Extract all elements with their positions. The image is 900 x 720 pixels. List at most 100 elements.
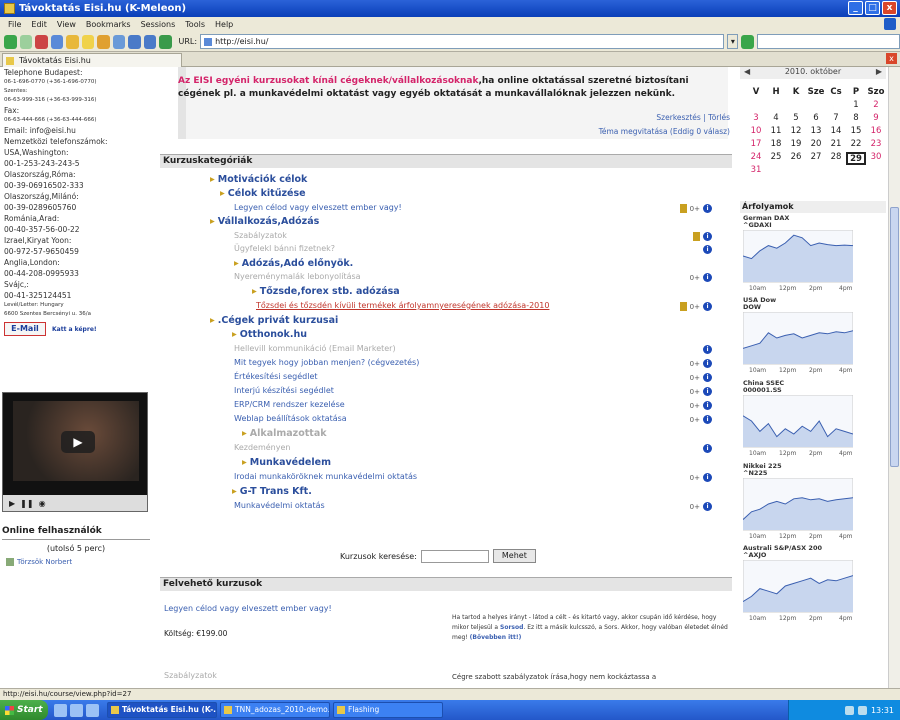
- calendar-day[interactable]: 14: [826, 126, 846, 139]
- menu-edit[interactable]: Edit: [31, 20, 47, 29]
- calendar-day[interactable]: 17: [746, 139, 766, 152]
- stock-widget[interactable]: Australi S&P/ASX 200 ^AXJO 10am 12pm 2pm 4pm: [743, 545, 885, 622]
- reload-icon[interactable]: [50, 34, 63, 49]
- video-player[interactable]: ▶ ▶ ❚❚ ◉: [2, 392, 148, 512]
- course-search-button[interactable]: Mehet: [492, 549, 536, 563]
- edit-delete-links[interactable]: Szerkesztés | Törlés: [656, 113, 730, 122]
- play-button-icon[interactable]: ▶: [9, 499, 15, 508]
- category-link[interactable]: Vállalkozás,Adózás: [210, 216, 320, 227]
- course-link[interactable]: Nyereménymalák lebonyolítása: [234, 272, 361, 281]
- course-link[interactable]: Szabályzatok: [234, 231, 287, 240]
- calendar-day[interactable]: 22: [846, 139, 866, 152]
- discuss-topic-link[interactable]: Téma megvitatása (Eddig 0 válasz): [599, 127, 730, 136]
- course-link[interactable]: Értékesítési segédlet: [234, 372, 318, 381]
- volume-icon[interactable]: ◉: [39, 499, 46, 508]
- summary-doc-icon[interactable]: [693, 232, 700, 241]
- course-link[interactable]: Irodai munkaköröknek munkavédelmi oktatá…: [234, 472, 417, 481]
- menu-bookmarks[interactable]: Bookmarks: [86, 20, 131, 29]
- course-link[interactable]: Hellevill kommunikáció (Email Marketer): [234, 344, 396, 353]
- info-icon[interactable]: i: [703, 415, 712, 424]
- task-document[interactable]: TNN_adozas_2010-demo...: [220, 702, 330, 718]
- calendar-day[interactable]: 30: [866, 152, 886, 165]
- calendar-day[interactable]: 25: [766, 152, 786, 165]
- menu-file[interactable]: File: [8, 20, 21, 29]
- scrollbar-thumb[interactable]: [890, 207, 899, 467]
- email-button[interactable]: E-Mail: [4, 322, 46, 336]
- menu-sessions[interactable]: Sessions: [141, 20, 176, 29]
- next-month-button[interactable]: ▶: [876, 67, 882, 76]
- quicklaunch-desktop-icon[interactable]: [54, 703, 67, 717]
- calendar-day[interactable]: 23: [866, 139, 886, 152]
- info-icon[interactable]: i: [703, 359, 712, 368]
- course-link[interactable]: Mit tegyek hogy jobban menjen? (cégvezet…: [234, 358, 419, 367]
- stock-widget[interactable]: China SSEC 000001.SS 10am 12pm 2pm 4pm: [743, 380, 885, 457]
- calendar-day[interactable]: 27: [806, 152, 826, 165]
- minimize-button[interactable]: _: [848, 1, 863, 15]
- course-link[interactable]: Interjú készítési segédlet: [234, 386, 334, 395]
- play-icon[interactable]: ▶: [61, 431, 95, 453]
- tray-network-icon[interactable]: [844, 705, 854, 715]
- maximize-button[interactable]: □: [865, 1, 880, 15]
- info-icon[interactable]: i: [703, 444, 712, 453]
- prev-month-button[interactable]: ◀: [744, 67, 750, 76]
- task-flashing[interactable]: Flashing: [333, 702, 443, 718]
- print-icon[interactable]: [112, 34, 125, 49]
- stop-icon[interactable]: [35, 34, 48, 49]
- stock-widget[interactable]: German DAX ^GDAXI 10am 12pm 2pm 4pm: [743, 215, 885, 292]
- calendar-day[interactable]: 9: [866, 113, 886, 126]
- task-browser[interactable]: Távoktatás Eisi.hu (K-...: [107, 702, 217, 718]
- vertical-scrollbar[interactable]: [888, 67, 900, 688]
- menu-help[interactable]: Help: [215, 20, 233, 29]
- click-image-hint[interactable]: Katt a képre!: [52, 326, 97, 333]
- calendar-day[interactable]: 6: [806, 113, 826, 126]
- calendar-day[interactable]: 31: [746, 165, 766, 178]
- category-link[interactable]: Alkalmazottak: [242, 428, 327, 439]
- pause-button-icon[interactable]: ❚❚: [20, 499, 33, 508]
- stock-widget[interactable]: USA Dow DOW 10am 12pm 2pm 4pm: [743, 297, 885, 374]
- category-link[interactable]: .Cégek privát kurzusai: [210, 315, 338, 326]
- category-link[interactable]: Motivációk célok: [210, 174, 308, 185]
- info-icon[interactable]: i: [703, 245, 712, 254]
- desc-more-link[interactable]: (Bővebben itt!): [470, 634, 522, 641]
- tab-eisi[interactable]: Távoktatás Eisi.hu: [2, 53, 182, 67]
- calendar-day[interactable]: 11: [766, 126, 786, 139]
- course-link[interactable]: Weblap beállítások oktatása: [234, 414, 347, 423]
- close-button[interactable]: x: [882, 1, 897, 15]
- category-link[interactable]: Célok kitűzése: [220, 188, 306, 199]
- info-icon[interactable]: i: [703, 204, 712, 213]
- info-icon[interactable]: i: [703, 473, 712, 482]
- calendar-day[interactable]: 8: [846, 113, 866, 126]
- category-link[interactable]: G-T Trans Kft.: [232, 486, 312, 497]
- back-icon[interactable]: [4, 34, 17, 49]
- calendar-day[interactable]: 1: [846, 100, 866, 113]
- menu-tools[interactable]: Tools: [185, 20, 205, 29]
- calendar-day[interactable]: 24: [746, 152, 766, 165]
- privacy-icon[interactable]: [159, 34, 172, 49]
- stock-widget[interactable]: Nikkei 225 ^N225 10am 12pm 2pm 4pm: [743, 463, 885, 540]
- history-icon[interactable]: [97, 34, 110, 49]
- calendar-day[interactable]: 19: [786, 139, 806, 152]
- bookmark-star-icon[interactable]: [81, 34, 94, 49]
- course-link[interactable]: ERP/CRM rendszer kezelése: [234, 400, 345, 409]
- calendar-day[interactable]: 26: [786, 152, 806, 165]
- calendar-day[interactable]: 29: [846, 152, 866, 165]
- summary-doc-icon[interactable]: [679, 302, 687, 311]
- calendar-day[interactable]: 2: [866, 100, 886, 113]
- online-user-link[interactable]: Törzsök Norbert: [6, 558, 72, 566]
- menu-view[interactable]: View: [57, 20, 76, 29]
- info-icon[interactable]: i: [703, 345, 712, 354]
- calendar-day[interactable]: 20: [806, 139, 826, 152]
- course-link[interactable]: Legyen célod vagy elveszett ember vagy!: [234, 203, 402, 212]
- calendar-day[interactable]: 3: [746, 113, 766, 126]
- home-icon[interactable]: [66, 34, 79, 49]
- info-icon[interactable]: i: [703, 232, 712, 241]
- calendar-day[interactable]: 7: [826, 113, 846, 126]
- url-dropdown-button[interactable]: ▾: [727, 34, 739, 49]
- layers-icon[interactable]: [143, 34, 156, 49]
- calendar-day[interactable]: 13: [806, 126, 826, 139]
- tray-volume-icon[interactable]: [857, 705, 867, 715]
- course-link[interactable]: Munkavédelmi oktatás: [234, 501, 325, 510]
- category-link[interactable]: Munkavédelem: [242, 457, 331, 468]
- url-input[interactable]: http://eisi.hu/: [200, 34, 725, 49]
- window-titlebar[interactable]: Távoktatás Eisi.hu (K-Meleon) _ □ x: [0, 0, 900, 17]
